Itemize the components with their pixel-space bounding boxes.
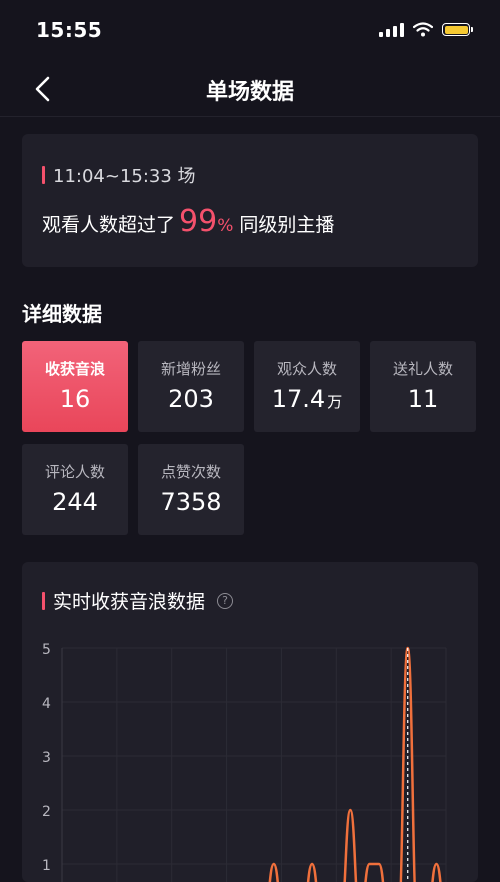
y-tick-label: 3 bbox=[42, 750, 51, 766]
status-icons bbox=[379, 22, 473, 37]
stat-tile-viewers[interactable]: 观众人数 17.4 万 bbox=[254, 341, 360, 432]
summary-suffix: 同级别主播 bbox=[239, 214, 335, 236]
stat-label: 评论人数 bbox=[44, 463, 105, 481]
session-time-row: 11:04~15:33 场 bbox=[42, 162, 196, 188]
stat-label: 新增粉丝 bbox=[160, 360, 221, 378]
stat-label: 观众人数 bbox=[276, 360, 337, 378]
stat-value: 11 bbox=[407, 385, 439, 413]
y-tick-label: 1 bbox=[42, 858, 51, 874]
stat-value: 16 bbox=[59, 385, 91, 413]
ranking-percent: 99 bbox=[179, 204, 218, 239]
accent-marker bbox=[42, 166, 45, 184]
ranking-percent-sign: % bbox=[217, 216, 234, 236]
stat-tile-new-fans[interactable]: 新增粉丝 203 bbox=[138, 341, 244, 432]
stat-tile-gift-waves[interactable]: 收获音浪 16 bbox=[22, 341, 128, 432]
status-time: 15:55 bbox=[36, 18, 103, 42]
session-ranking-text: 观看人数超过了 99 % 同级别主播 bbox=[42, 204, 334, 239]
realtime-gift-chart: 1 2 3 4 5 bbox=[42, 642, 447, 882]
stat-tile-likes[interactable]: 点赞次数 7358 bbox=[138, 444, 244, 535]
cellular-signal-icon bbox=[379, 22, 404, 37]
stat-label: 送礼人数 bbox=[392, 360, 453, 378]
nav-divider bbox=[0, 116, 500, 117]
realtime-chart-card: 实时收获音浪数据 ? 12345 bbox=[22, 562, 478, 882]
wifi-icon bbox=[413, 22, 433, 37]
y-tick-label: 2 bbox=[42, 804, 51, 820]
page-title: 单场数据 bbox=[205, 80, 294, 105]
stat-tile-gifters[interactable]: 送礼人数 11 bbox=[370, 341, 476, 432]
status-bar: 15:55 bbox=[0, 0, 500, 60]
session-time-range: 11:04~15:33 场 bbox=[53, 166, 196, 187]
details-section-title: 详细数据 bbox=[22, 302, 102, 326]
stat-value: 203 bbox=[168, 385, 214, 413]
battery-icon bbox=[442, 23, 473, 36]
stat-value: 17.4 万 bbox=[271, 385, 343, 413]
series-line bbox=[268, 646, 442, 882]
stat-label: 点赞次数 bbox=[160, 463, 221, 481]
stat-tile-commenters[interactable]: 评论人数 244 bbox=[22, 444, 128, 535]
y-tick-label: 5 bbox=[42, 642, 51, 658]
navigation-bar: 单场数据 bbox=[0, 62, 500, 116]
stat-value: 7358 bbox=[160, 488, 222, 516]
summary-prefix: 观看人数超过了 bbox=[42, 214, 176, 236]
session-summary-card: 11:04~15:33 场 观看人数超过了 99 % 同级别主播 bbox=[22, 134, 478, 267]
stat-label: 收获音浪 bbox=[44, 360, 105, 378]
y-tick-label: 4 bbox=[42, 696, 51, 712]
stat-unit: 万 bbox=[327, 393, 343, 411]
stat-value: 244 bbox=[52, 488, 98, 516]
